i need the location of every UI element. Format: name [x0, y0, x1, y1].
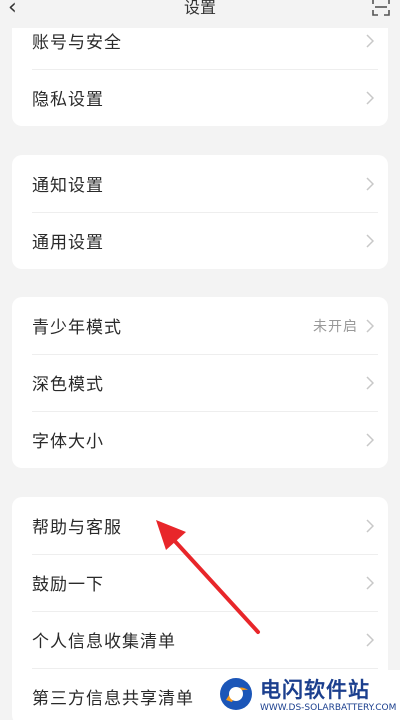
page-title: 设置 — [183, 0, 216, 17]
row-label: 通用设置 — [32, 233, 104, 253]
encourage-row[interactable]: 鼓励一下 — [12, 554, 388, 611]
teen-mode-status: 未开启 — [313, 318, 358, 335]
chevron-right-icon — [366, 90, 374, 105]
chevron-right-icon — [366, 176, 374, 191]
site-logo-icon — [220, 678, 252, 710]
row-label: 青少年模式 — [32, 318, 122, 338]
privacy-settings-row[interactable]: 隐私设置 — [12, 69, 388, 126]
general-group: 通知设置 通用设置 — [12, 155, 388, 269]
account-group: 账号与安全 隐私设置 — [12, 12, 388, 126]
row-label: 深色模式 — [32, 375, 104, 395]
row-label: 字体大小 — [32, 432, 104, 452]
display-group: 青少年模式 未开启 深色模式 字体大小 — [12, 297, 388, 468]
chevron-right-icon — [366, 632, 374, 647]
chevron-right-icon — [366, 375, 374, 390]
dark-mode-row[interactable]: 深色模式 — [12, 354, 388, 411]
chevron-right-icon — [366, 233, 374, 248]
watermark-name: 电闪软件站 — [260, 678, 370, 702]
personal-info-list-row[interactable]: 个人信息收集清单 — [12, 611, 388, 668]
chevron-right-icon — [366, 518, 374, 533]
watermark-url: WWW.DS-SOLARBATTERY.COM — [260, 703, 397, 713]
row-label: 账号与安全 — [32, 33, 122, 53]
help-support-row[interactable]: 帮助与客服 — [12, 497, 388, 554]
teen-mode-row[interactable]: 青少年模式 未开启 — [12, 297, 388, 354]
row-label: 鼓励一下 — [32, 575, 104, 595]
chevron-right-icon — [366, 432, 374, 447]
row-label: 个人信息收集清单 — [32, 632, 176, 652]
chevron-right-icon — [366, 33, 374, 48]
top-bar: ‹ 设置 — [0, 0, 400, 28]
row-label: 帮助与客服 — [32, 518, 122, 538]
general-settings-row[interactable]: 通用设置 — [12, 212, 388, 269]
chevron-right-icon — [366, 575, 374, 590]
row-label: 隐私设置 — [32, 90, 104, 110]
settings-screen: ‹ 设置 账号与安全 隐私设置 通知设置 通用设置 青少年模式 未开启 深色模式… — [0, 0, 400, 720]
watermark: 电闪软件站 WWW.DS-SOLARBATTERY.COM — [214, 670, 400, 720]
font-size-row[interactable]: 字体大小 — [12, 411, 388, 468]
scan-icon[interactable] — [372, 0, 390, 16]
chevron-right-icon — [366, 318, 374, 333]
row-label: 通知设置 — [32, 176, 104, 196]
notification-settings-row[interactable]: 通知设置 — [12, 155, 388, 212]
